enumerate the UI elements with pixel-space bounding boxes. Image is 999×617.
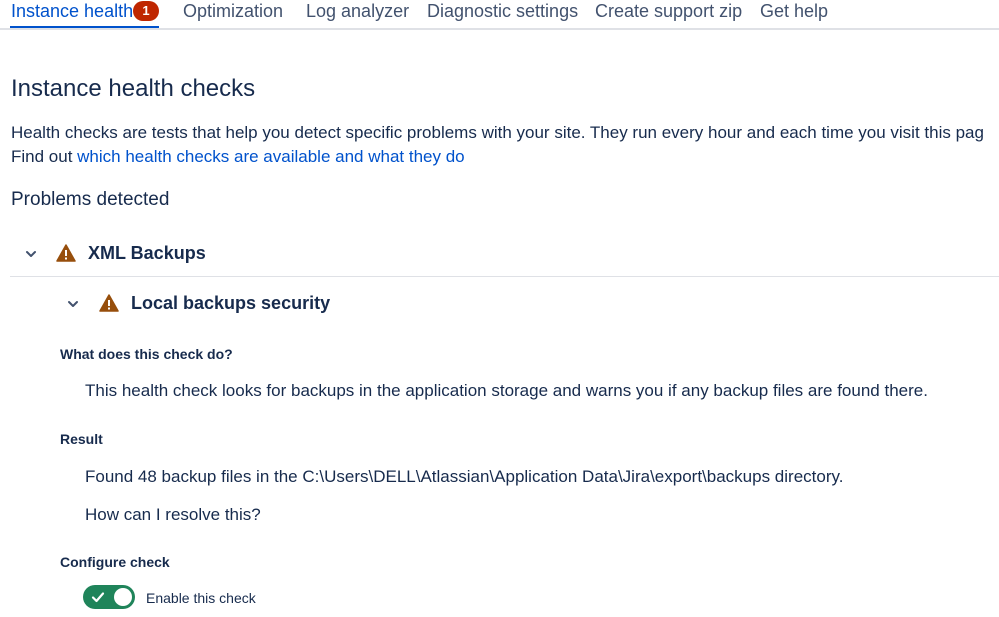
problems-heading: Problems detected: [11, 189, 170, 210]
group-divider: [10, 276, 999, 277]
problem-count-badge: 1: [133, 1, 159, 21]
available-checks-link[interactable]: which health checks are available and wh…: [77, 147, 464, 166]
intro-text: Health checks are tests that help you de…: [11, 123, 984, 142]
chevron-down-icon[interactable]: [24, 247, 38, 261]
tab-diagnostic-settings[interactable]: Diagnostic settings: [427, 0, 578, 22]
tab-optimization[interactable]: Optimization: [183, 0, 283, 22]
check-title-local-backups-security[interactable]: Local backups security: [131, 291, 330, 315]
tab-instance-health[interactable]: Instance health: [11, 0, 133, 22]
configure-check-label: Configure check: [60, 554, 170, 570]
resolve-link[interactable]: How can I resolve this?: [85, 503, 261, 527]
result-label: Result: [60, 431, 103, 447]
find-out-prefix: Find out: [11, 147, 78, 166]
enable-check-toggle[interactable]: [83, 585, 135, 609]
what-does-check-do-label: What does this check do?: [60, 346, 233, 362]
toggle-knob: [114, 588, 132, 606]
intro-find-out: Find out which health checks are availab…: [11, 145, 465, 169]
check-description: This health check looks for backups in t…: [85, 381, 928, 400]
warning-icon: [99, 294, 119, 312]
tab-create-support-zip[interactable]: Create support zip: [595, 0, 742, 22]
enable-check-label: Enable this check: [146, 590, 256, 606]
active-tab-indicator: [10, 26, 159, 28]
tab-log-analyzer[interactable]: Log analyzer: [306, 0, 409, 22]
check-icon: [91, 592, 105, 603]
group-title-xml-backups[interactable]: XML Backups: [88, 241, 206, 265]
tab-get-help[interactable]: Get help: [760, 0, 828, 22]
page-title: Instance health checks: [11, 75, 256, 102]
warning-icon: [56, 244, 76, 262]
result-text: Found 48 backup files in the C:\Users\DE…: [85, 467, 844, 486]
tab-bar: Instance health 1 Optimization Log analy…: [0, 0, 999, 30]
chevron-down-icon[interactable]: [66, 297, 80, 311]
